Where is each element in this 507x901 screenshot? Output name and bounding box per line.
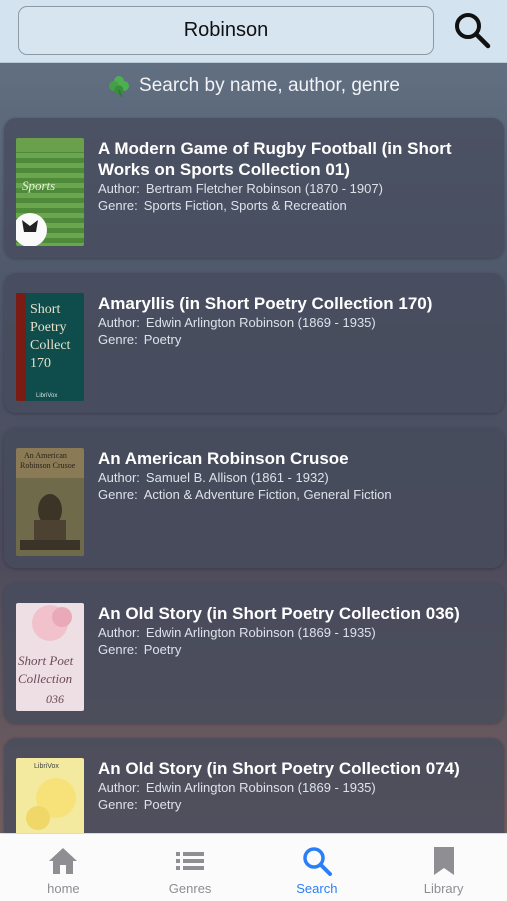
svg-text:Collect: Collect bbox=[30, 338, 71, 353]
search-hint-text: Search by name, author, genre bbox=[139, 75, 400, 96]
book-genre: Genre: Sports Fiction, Sports & Recreatio… bbox=[98, 197, 347, 213]
book-title: An American Robinson Crusoe bbox=[98, 449, 349, 468]
top-bar bbox=[0, 0, 507, 63]
list-item[interactable]: An American Robinson Crusoe An American … bbox=[4, 428, 504, 568]
book-cover: An American Robinson Crusoe bbox=[16, 448, 84, 556]
svg-text:LibriVox: LibriVox bbox=[36, 393, 57, 399]
book-genre: Genre: Action & Adventure Fiction, Genera… bbox=[98, 486, 392, 502]
home-icon bbox=[49, 848, 78, 874]
svg-text:170: 170 bbox=[30, 356, 51, 371]
book-cover: Short Poetry Collect 170 LibriVox bbox=[16, 293, 84, 401]
book-author: Author: Samuel B. Allison (1861 - 1932) bbox=[98, 470, 329, 485]
svg-text:Poetry: Poetry bbox=[30, 320, 67, 335]
tab-library[interactable]: Library bbox=[380, 834, 507, 901]
list-item[interactable]: Short Poet Collection 036 An Old Story (… bbox=[4, 583, 504, 723]
book-author: Author: Edwin Arlington Robinson (1869 - … bbox=[98, 315, 376, 330]
search-icon bbox=[303, 847, 332, 876]
list-icon bbox=[176, 852, 205, 870]
tab-bar: home Genres Search Library bbox=[0, 833, 507, 901]
tab-home[interactable]: home bbox=[0, 834, 127, 901]
book-genre: Genre: Poetry bbox=[98, 796, 182, 812]
search-field[interactable] bbox=[18, 6, 434, 55]
search-icon[interactable] bbox=[452, 10, 494, 52]
book-title: Amaryllis (in Short Poetry Collection 17… bbox=[98, 294, 433, 313]
book-genre: Genre: Poetry bbox=[98, 331, 182, 347]
svg-text:Robinson Crusoe: Robinson Crusoe bbox=[20, 461, 76, 470]
book-title: An Old Story (in Short Poetry Collection… bbox=[98, 604, 460, 623]
book-title: A Modern Game of Rugby Football (in Shor… bbox=[98, 139, 452, 179]
list-item[interactable]: Short Poetry Collect 170 LibriVox Amaryl… bbox=[4, 273, 504, 413]
tab-genres[interactable]: Genres bbox=[127, 834, 254, 901]
book-genre: Genre: Poetry bbox=[98, 641, 182, 657]
book-cover: Sports bbox=[16, 138, 84, 246]
svg-text:036: 036 bbox=[46, 692, 64, 706]
svg-text:Collection: Collection bbox=[18, 671, 72, 686]
search-input[interactable] bbox=[19, 18, 433, 43]
book-author: Author: Edwin Arlington Robinson (1869 - … bbox=[98, 780, 376, 795]
svg-text:LibriVox: LibriVox bbox=[34, 763, 59, 770]
list-item[interactable]: Sports A Modern Game of Rugby Football (… bbox=[4, 118, 504, 258]
search-hint: Search by name, author, genre bbox=[0, 66, 507, 106]
svg-text:An American: An American bbox=[24, 451, 67, 460]
cover-text: Sports bbox=[22, 178, 55, 193]
book-title: An Old Story (in Short Poetry Collection… bbox=[98, 759, 460, 778]
tab-search[interactable]: Search bbox=[254, 834, 381, 901]
bookmark-icon bbox=[433, 847, 454, 875]
svg-text:Short: Short bbox=[30, 302, 60, 317]
book-cover: Short Poet Collection 036 bbox=[16, 603, 84, 711]
book-author: Author: Bertram Fletcher Robinson (1870 -… bbox=[98, 181, 383, 196]
book-author: Author: Edwin Arlington Robinson (1869 - … bbox=[98, 625, 376, 640]
clover-icon bbox=[109, 76, 130, 98]
svg-text:Short Poet: Short Poet bbox=[18, 653, 74, 668]
